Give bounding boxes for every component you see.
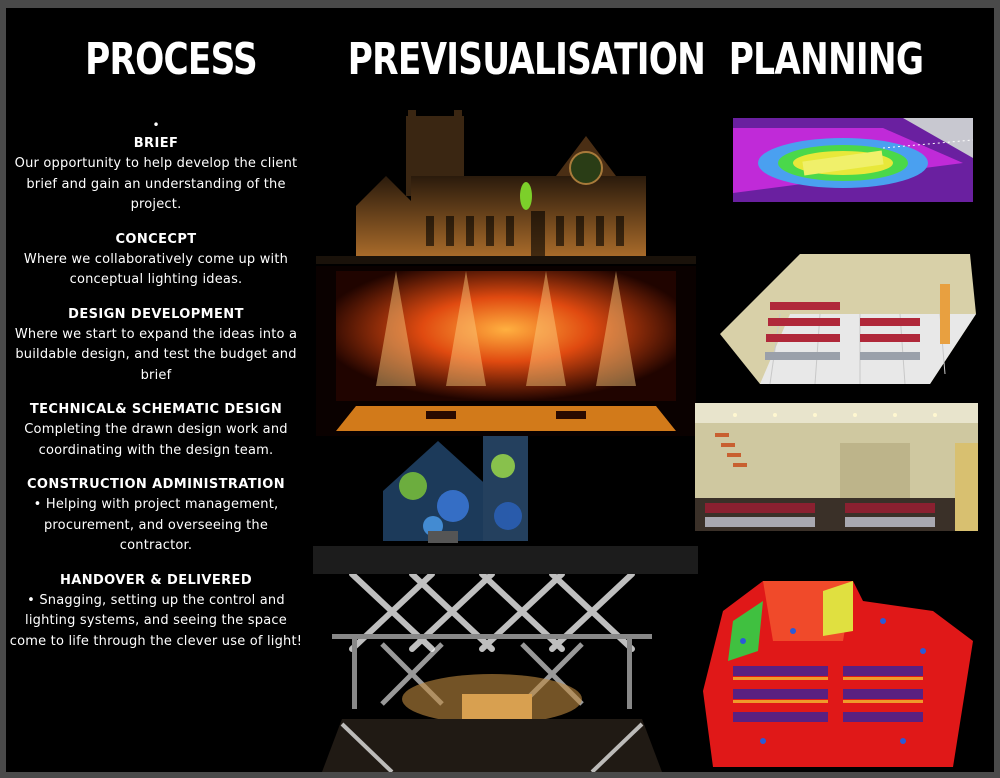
step-description: Where we collaboratively come up with co… <box>23 251 289 288</box>
step-title: TECHNICAL& SCHEMATIC DESIGN <box>29 402 283 417</box>
projection-mapping-render-image <box>313 436 698 574</box>
heading-planning: PLANNING <box>728 34 924 85</box>
step-title: DESIGN DEVELOPMENT <box>68 306 244 322</box>
step-description: Our opportunity to help develop the clie… <box>14 156 298 212</box>
auditorium-interior-render-image <box>695 403 978 531</box>
step-description: Where we start to expand the ideas into … <box>14 326 298 383</box>
step-title: BRIEF <box>133 136 179 151</box>
heading-previsualisation: PREVISUALISATION <box>347 34 706 85</box>
step-description: • Helping with project management, procu… <box>33 497 279 553</box>
process-steps: • BRIEF Our opportunity to help develop … <box>6 118 306 666</box>
auditorium-3d-model-image <box>720 244 976 394</box>
step-brief: BRIEF Our opportunity to help develop th… <box>6 134 306 216</box>
stage-concert-render-image <box>316 266 696 436</box>
step-title: CONCECPT <box>115 231 197 247</box>
step-technical-schematic: TECHNICAL& SCHEMATIC DESIGN Completing t… <box>6 400 306 461</box>
step-description: • Snagging, setting up the control and l… <box>9 592 303 649</box>
heading-process: PROCESS <box>85 34 258 85</box>
step-handover-delivered: HANDOVER & DELIVERED • Snagging, setting… <box>6 571 306 653</box>
step-construction-administration: CONSTRUCTION ADMINISTRATION • Helping wi… <box>6 475 306 557</box>
step-design-development: DESIGN DEVELOPMENT Where we start to exp… <box>6 305 306 387</box>
step-title: HANDOVER & DELIVERED <box>59 572 253 588</box>
cathedral-render-image <box>316 106 696 264</box>
process-poster: PROCESS PREVISUALISATION PLANNING • BRIE… <box>6 8 994 772</box>
moving-light-beams-render-image <box>322 574 662 772</box>
step-description: Completing the drawn design work and coo… <box>24 422 288 458</box>
auditorium-falsecolor-3d-image <box>703 581 981 767</box>
step-title: CONSTRUCTION ADMINISTRATION <box>26 477 286 492</box>
illuminance-falsecolor-render-image <box>733 118 973 202</box>
bullet-dot: • <box>152 118 160 132</box>
step-concept: CONCECPT Where we collaboratively come u… <box>6 230 306 291</box>
